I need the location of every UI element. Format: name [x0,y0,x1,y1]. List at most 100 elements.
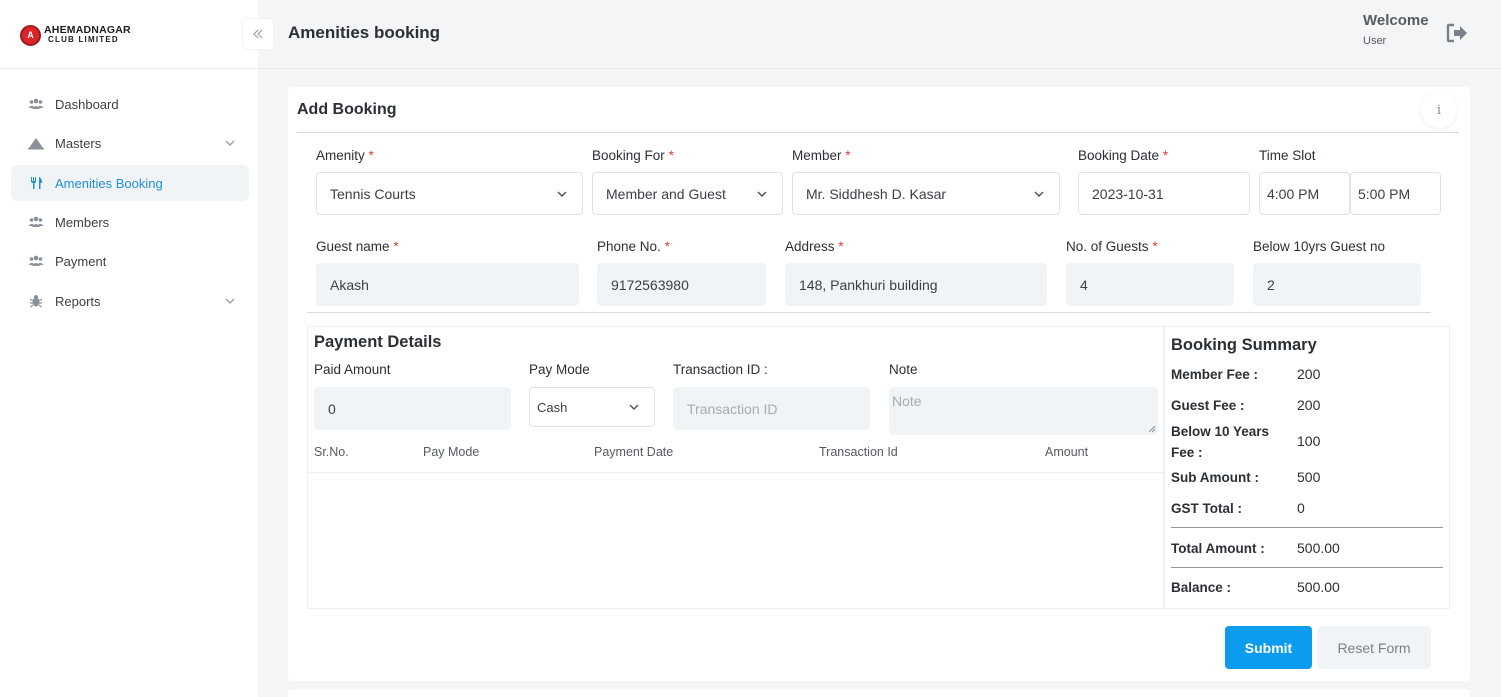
phone-input[interactable]: 9172563980 [597,263,766,306]
summary-divider [1171,527,1443,528]
pay-mode-select[interactable]: Cash [529,387,655,427]
welcome-text: Welcome [1363,12,1429,29]
chevron-down-icon [629,404,639,410]
paid-amount-input[interactable]: 0 [314,387,511,430]
sidebar-item-reports[interactable]: Reports [11,283,249,319]
pay-mode-value: Cash [537,399,568,415]
logout-icon[interactable] [1445,22,1469,44]
address-value: 148, Pankhuri building [799,276,938,293]
sidebar-item-masters[interactable]: Masters [11,125,249,161]
cutlery-icon [28,175,44,191]
resize-handle-icon[interactable] [1148,425,1156,433]
info-button[interactable]: i [1421,92,1457,128]
below10-guests-label: Below 10yrs Guest no [1253,239,1386,254]
sidebar-item-dashboard[interactable]: Dashboard [11,86,249,122]
balance-value: 500.00 [1297,579,1340,595]
amenity-label: Amenity * [316,148,374,163]
phone-label: Phone No. * [597,239,670,254]
payment-title: Payment Details [314,333,442,351]
booking-for-label: Booking For * [592,148,674,163]
guest-fee-value: 200 [1297,397,1321,413]
summary-title: Booking Summary [1171,336,1317,354]
user-greeting: Welcome User [1363,12,1429,47]
logo-line-1: AHEMADNAGAR [44,24,131,36]
submit-button[interactable]: Submit [1225,626,1312,669]
gst-total-label: GST Total : [1171,501,1242,516]
amenity-select[interactable]: Tennis Courts [316,172,583,215]
gst-total-value: 0 [1297,500,1305,516]
booking-for-select[interactable]: Member and Guest [592,172,783,215]
sidebar-item-payment[interactable]: Payment [11,243,249,279]
transaction-id-label: Transaction ID : [673,362,768,377]
guests-count-label: No. of Guests * [1066,239,1158,254]
guest-name-input[interactable]: Akash [316,263,579,306]
note-placeholder: Note [892,393,922,409]
sidebar: A AHEMADNAGAR CLUB LIMITED Dashboard Mas… [0,0,258,697]
below10-guests-value: 2 [1267,276,1275,293]
booking-date-label: Booking Date * [1078,148,1169,163]
time-to-value: 5:00 PM [1358,185,1411,202]
summary-divider [1171,567,1443,568]
card-title: Add Booking [297,101,397,118]
table-header-divider [308,472,1163,473]
logo-line-2: CLUB LIMITED [48,35,119,44]
header-divider [258,68,1501,69]
mountain-icon [28,135,44,151]
required-marker: * [1152,239,1158,254]
info-icon: i [1436,102,1442,118]
sidebar-item-label: Reports [55,293,101,309]
transaction-id-placeholder: Transaction ID [687,400,778,417]
booking-date-value: 2023-10-31 [1092,185,1164,202]
sidebar-item-members[interactable]: Members [11,204,249,240]
booking-for-value: Member and Guest [606,185,726,202]
member-fee-label: Member Fee : [1171,367,1259,382]
required-marker: * [368,148,374,163]
phone-value: 9172563980 [611,276,689,293]
add-booking-card: Add Booking i Amenity * Tennis Courts Bo… [288,87,1470,681]
total-amount-value: 500.00 [1297,540,1340,556]
chevron-down-icon [225,298,235,304]
sub-amount-label: Sub Amount : [1171,470,1259,485]
paid-amount-label: Paid Amount [314,362,391,377]
note-textarea[interactable]: Note [889,387,1158,435]
sidebar-item-label: Dashboard [55,96,119,112]
address-input[interactable]: 148, Pankhuri building [785,263,1047,306]
sidebar-item-amenities-booking[interactable]: Amenities Booking [11,165,249,201]
sidebar-item-label: Payment [55,253,107,269]
club-logo[interactable]: A AHEMADNAGAR CLUB LIMITED [20,23,131,47]
guests-count-input[interactable]: 4 [1066,263,1234,306]
required-marker: * [668,148,674,163]
member-label: Member * [792,148,851,163]
chevron-down-icon [1034,191,1044,197]
chevron-down-icon [225,140,235,146]
required-marker: * [845,148,851,163]
booking-date-input[interactable]: 2023-10-31 [1078,172,1250,215]
below10-guests-input[interactable]: 2 [1253,263,1421,306]
card-divider [297,132,1459,133]
time-to-input[interactable]: 5:00 PM [1350,172,1441,215]
guest-fee-label: Guest Fee : [1171,398,1245,413]
next-card-edge [288,689,1470,697]
column-header-pay-mode: Pay Mode [423,445,480,459]
column-header-transaction-id: Transaction Id [819,445,898,459]
guests-count-value: 4 [1080,276,1088,293]
section-divider [307,312,1431,313]
note-label: Note [889,362,918,377]
users-icon [28,253,44,269]
required-marker: * [1162,148,1169,163]
page-title: Amenities booking [288,23,441,42]
column-header-payment-date: Payment Date [594,445,674,459]
required-marker: * [664,239,670,254]
time-from-input[interactable]: 4:00 PM [1259,172,1350,215]
chevron-down-icon [557,191,567,197]
total-amount-label: Total Amount : [1171,541,1265,556]
sub-amount-value: 500 [1297,469,1321,485]
collapse-sidebar-button[interactable] [243,19,273,49]
guest-name-value: Akash [330,276,369,293]
users-icon [28,96,44,112]
reset-form-button[interactable]: Reset Form [1317,626,1431,669]
time-slot-label: Time Slot [1259,148,1316,163]
user-name: User [1363,35,1387,47]
transaction-id-input[interactable]: Transaction ID [673,387,870,430]
member-select[interactable]: Mr. Siddhesh D. Kasar [792,172,1060,215]
